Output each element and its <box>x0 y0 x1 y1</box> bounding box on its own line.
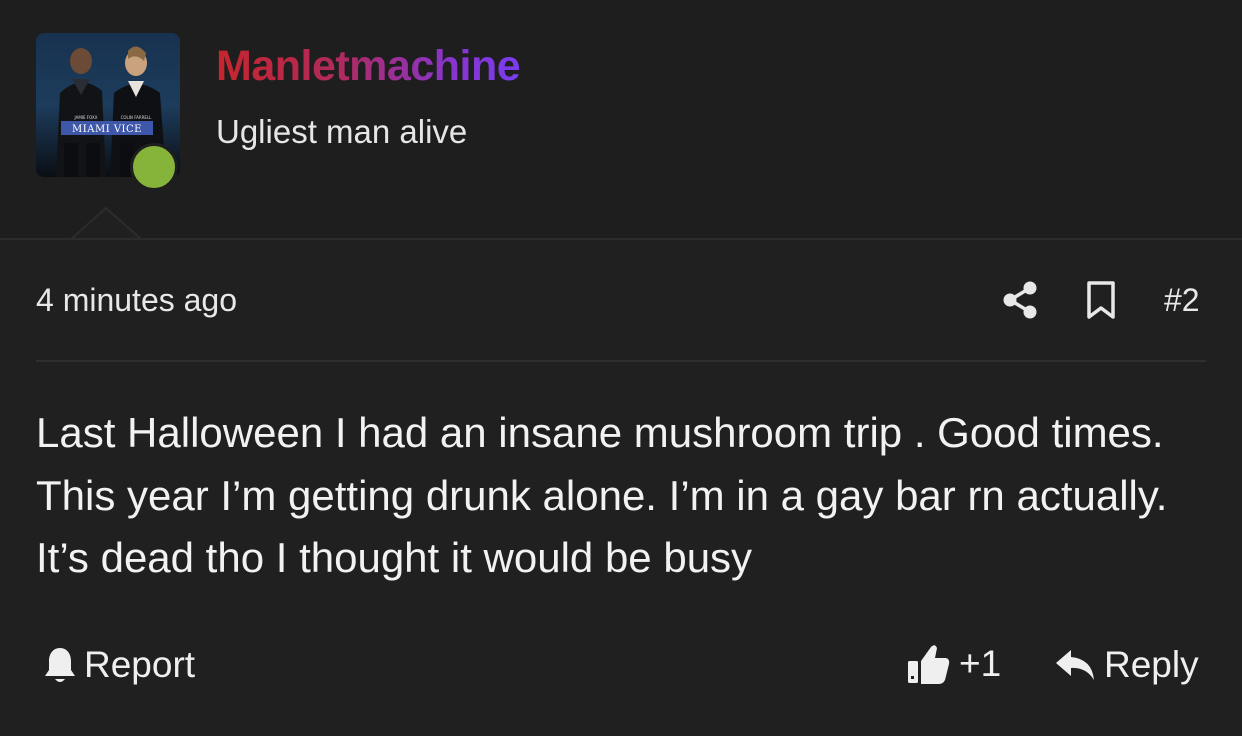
post-body-text: Last Halloween I had an insane mushroom … <box>36 409 1168 581</box>
post-number-link[interactable]: #2 <box>1164 280 1200 320</box>
avatar-container[interactable]: JAMIE FOXX COLIN FARRELL MIAMI VICE <box>36 33 180 191</box>
header-divider <box>0 238 1242 240</box>
bookmark-button[interactable] <box>1082 280 1120 320</box>
post-author-header: JAMIE FOXX COLIN FARRELL MIAMI VICE Manl… <box>0 0 1242 240</box>
reply-label: Reply <box>1104 644 1199 685</box>
thumbs-up-icon <box>908 645 950 684</box>
bookmark-icon <box>1087 281 1115 319</box>
reply-button[interactable]: Reply <box>1054 642 1199 688</box>
avatar-credit-left: JAMIE FOXX <box>74 115 98 120</box>
avatar-banner-text: MIAMI VICE <box>72 124 142 135</box>
like-count: +1 <box>959 643 1002 684</box>
like-button[interactable]: +1 <box>905 640 1001 688</box>
bell-icon <box>45 648 75 682</box>
share-button[interactable] <box>1000 280 1040 320</box>
online-status-indicator <box>130 143 178 191</box>
post-card: JAMIE FOXX COLIN FARRELL MIAMI VICE Manl… <box>0 0 1242 736</box>
avatar-credit-right: COLIN FARRELL <box>121 115 153 120</box>
report-button[interactable]: Report <box>42 642 195 688</box>
share-icon <box>1003 281 1037 319</box>
meta-divider <box>36 360 1206 362</box>
header-pointer-caret <box>70 206 142 240</box>
report-label: Report <box>84 644 196 685</box>
user-title: Ugliest man alive <box>216 113 468 150</box>
post-timestamp[interactable]: 4 minutes ago <box>36 280 237 320</box>
username-link[interactable]: Manletmachine <box>216 42 521 90</box>
reply-arrow-icon <box>1056 650 1094 680</box>
